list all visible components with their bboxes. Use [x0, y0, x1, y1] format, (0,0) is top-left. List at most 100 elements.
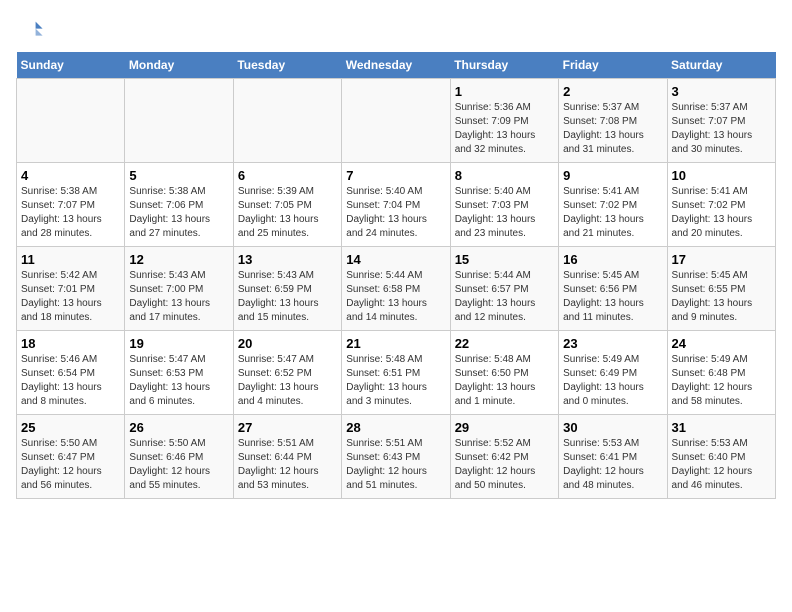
- day-number: 1: [455, 84, 554, 99]
- day-number: 5: [129, 168, 228, 183]
- day-number: 31: [672, 420, 771, 435]
- day-info: Sunrise: 5:40 AMSunset: 7:03 PMDaylight:…: [455, 185, 554, 241]
- day-header-monday: Monday: [125, 52, 233, 79]
- day-number: 6: [238, 168, 337, 183]
- page-header: [16, 16, 776, 44]
- day-info: Sunrise: 5:53 AMSunset: 6:40 PMDaylight:…: [672, 437, 771, 493]
- day-number: 16: [563, 252, 662, 267]
- day-info: Sunrise: 5:44 AMSunset: 6:57 PMDaylight:…: [455, 269, 554, 325]
- day-info: Sunrise: 5:39 AMSunset: 7:05 PMDaylight:…: [238, 185, 337, 241]
- calendar-cell: 10Sunrise: 5:41 AMSunset: 7:02 PMDayligh…: [667, 163, 775, 247]
- day-info: Sunrise: 5:51 AMSunset: 6:43 PMDaylight:…: [346, 437, 445, 493]
- day-number: 9: [563, 168, 662, 183]
- calendar-cell: 2 Sunrise: 5:37 AMSunset: 7:08 PMDaylight…: [559, 79, 667, 163]
- day-info: Sunrise: 5:45 AMSunset: 6:55 PMDaylight:…: [672, 269, 771, 325]
- calendar-cell: 30 Sunrise: 5:53 AMSunset: 6:41 PMDayligh…: [559, 415, 667, 499]
- day-info: Sunrise: 5:40 AMSunset: 7:04 PMDaylight:…: [346, 185, 445, 241]
- day-header-wednesday: Wednesday: [342, 52, 450, 79]
- calendar-cell: 11 Sunrise: 5:42 AMSunset: 7:01 PMDayligh…: [17, 247, 125, 331]
- day-number: 2: [563, 84, 662, 99]
- calendar-cell: 22 Sunrise: 5:48 AMSunset: 6:50 PMDayligh…: [450, 331, 558, 415]
- logo-icon: [16, 16, 44, 44]
- day-info: Sunrise: 5:49 AMSunset: 6:49 PMDaylight:…: [563, 353, 662, 409]
- calendar-week-row: 25 Sunrise: 5:50 AMSunset: 6:47 PMDayligh…: [17, 415, 776, 499]
- day-info: Sunrise: 5:48 AMSunset: 6:50 PMDaylight:…: [455, 353, 554, 409]
- day-info: Sunrise: 5:44 AMSunset: 6:58 PMDaylight:…: [346, 269, 445, 325]
- day-number: 20: [238, 336, 337, 351]
- calendar-cell: 31 Sunrise: 5:53 AMSunset: 6:40 PMDayligh…: [667, 415, 775, 499]
- day-header-saturday: Saturday: [667, 52, 775, 79]
- day-info: Sunrise: 5:51 AMSunset: 6:44 PMDaylight:…: [238, 437, 337, 493]
- day-header-tuesday: Tuesday: [233, 52, 341, 79]
- day-number: 21: [346, 336, 445, 351]
- day-info: Sunrise: 5:37 AMSunset: 7:08 PMDaylight:…: [563, 101, 662, 157]
- day-info: Sunrise: 5:50 AMSunset: 6:47 PMDaylight:…: [21, 437, 120, 493]
- calendar-cell: [125, 79, 233, 163]
- calendar-week-row: 1 Sunrise: 5:36 AMSunset: 7:09 PMDaylight…: [17, 79, 776, 163]
- calendar-cell: 25 Sunrise: 5:50 AMSunset: 6:47 PMDayligh…: [17, 415, 125, 499]
- calendar-cell: 12Sunrise: 5:43 AMSunset: 7:00 PMDayligh…: [125, 247, 233, 331]
- day-number: 24: [672, 336, 771, 351]
- day-number: 7: [346, 168, 445, 183]
- day-header-sunday: Sunday: [17, 52, 125, 79]
- calendar-cell: 29 Sunrise: 5:52 AMSunset: 6:42 PMDayligh…: [450, 415, 558, 499]
- day-number: 12: [129, 252, 228, 267]
- day-info: Sunrise: 5:53 AMSunset: 6:41 PMDaylight:…: [563, 437, 662, 493]
- day-number: 17: [672, 252, 771, 267]
- logo: [16, 16, 48, 44]
- day-number: 18: [21, 336, 120, 351]
- calendar-cell: 24Sunrise: 5:49 AMSunset: 6:48 PMDayligh…: [667, 331, 775, 415]
- calendar-cell: 7 Sunrise: 5:40 AMSunset: 7:04 PMDaylight…: [342, 163, 450, 247]
- day-info: Sunrise: 5:46 AMSunset: 6:54 PMDaylight:…: [21, 353, 120, 409]
- day-header-friday: Friday: [559, 52, 667, 79]
- calendar-cell: 26 Sunrise: 5:50 AMSunset: 6:46 PMDayligh…: [125, 415, 233, 499]
- day-info: Sunrise: 5:50 AMSunset: 6:46 PMDaylight:…: [129, 437, 228, 493]
- day-number: 30: [563, 420, 662, 435]
- calendar-cell: 13 Sunrise: 5:43 AMSunset: 6:59 PMDayligh…: [233, 247, 341, 331]
- calendar-cell: 5 Sunrise: 5:38 AMSunset: 7:06 PMDaylight…: [125, 163, 233, 247]
- calendar-cell: 16 Sunrise: 5:45 AMSunset: 6:56 PMDayligh…: [559, 247, 667, 331]
- calendar-cell: 9 Sunrise: 5:41 AMSunset: 7:02 PMDaylight…: [559, 163, 667, 247]
- day-number: 23: [563, 336, 662, 351]
- calendar-cell: 18 Sunrise: 5:46 AMSunset: 6:54 PMDayligh…: [17, 331, 125, 415]
- calendar-cell: 19Sunrise: 5:47 AMSunset: 6:53 PMDayligh…: [125, 331, 233, 415]
- day-number: 29: [455, 420, 554, 435]
- day-number: 11: [21, 252, 120, 267]
- day-info: Sunrise: 5:47 AMSunset: 6:53 PMDaylight:…: [129, 353, 228, 409]
- day-number: 14: [346, 252, 445, 267]
- calendar-cell: 17 Sunrise: 5:45 AMSunset: 6:55 PMDayligh…: [667, 247, 775, 331]
- calendar-cell: 1 Sunrise: 5:36 AMSunset: 7:09 PMDaylight…: [450, 79, 558, 163]
- day-info: Sunrise: 5:43 AMSunset: 6:59 PMDaylight:…: [238, 269, 337, 325]
- day-number: 26: [129, 420, 228, 435]
- calendar-cell: [17, 79, 125, 163]
- day-number: 4: [21, 168, 120, 183]
- day-info: Sunrise: 5:41 AMSunset: 7:02 PMDaylight:…: [563, 185, 662, 241]
- day-info: Sunrise: 5:38 AMSunset: 7:07 PMDaylight:…: [21, 185, 120, 241]
- calendar-cell: 4 Sunrise: 5:38 AMSunset: 7:07 PMDaylight…: [17, 163, 125, 247]
- day-info: Sunrise: 5:37 AMSunset: 7:07 PMDaylight:…: [672, 101, 771, 157]
- day-number: 27: [238, 420, 337, 435]
- day-number: 10: [672, 168, 771, 183]
- day-info: Sunrise: 5:48 AMSunset: 6:51 PMDaylight:…: [346, 353, 445, 409]
- calendar-cell: 8Sunrise: 5:40 AMSunset: 7:03 PMDaylight…: [450, 163, 558, 247]
- calendar-header-row: SundayMondayTuesdayWednesdayThursdayFrid…: [17, 52, 776, 79]
- day-info: Sunrise: 5:42 AMSunset: 7:01 PMDaylight:…: [21, 269, 120, 325]
- calendar-cell: [233, 79, 341, 163]
- day-info: Sunrise: 5:52 AMSunset: 6:42 PMDaylight:…: [455, 437, 554, 493]
- day-info: Sunrise: 5:36 AMSunset: 7:09 PMDaylight:…: [455, 101, 554, 157]
- calendar-week-row: 18 Sunrise: 5:46 AMSunset: 6:54 PMDayligh…: [17, 331, 776, 415]
- day-number: 15: [455, 252, 554, 267]
- day-number: 13: [238, 252, 337, 267]
- calendar-cell: 14 Sunrise: 5:44 AMSunset: 6:58 PMDayligh…: [342, 247, 450, 331]
- day-info: Sunrise: 5:38 AMSunset: 7:06 PMDaylight:…: [129, 185, 228, 241]
- calendar-cell: 3Sunrise: 5:37 AMSunset: 7:07 PMDaylight…: [667, 79, 775, 163]
- calendar-week-row: 11 Sunrise: 5:42 AMSunset: 7:01 PMDayligh…: [17, 247, 776, 331]
- day-number: 22: [455, 336, 554, 351]
- calendar-cell: 23 Sunrise: 5:49 AMSunset: 6:49 PMDayligh…: [559, 331, 667, 415]
- calendar-cell: 21 Sunrise: 5:48 AMSunset: 6:51 PMDayligh…: [342, 331, 450, 415]
- day-number: 25: [21, 420, 120, 435]
- day-info: Sunrise: 5:45 AMSunset: 6:56 PMDaylight:…: [563, 269, 662, 325]
- day-number: 28: [346, 420, 445, 435]
- day-header-thursday: Thursday: [450, 52, 558, 79]
- calendar-cell: 15 Sunrise: 5:44 AMSunset: 6:57 PMDayligh…: [450, 247, 558, 331]
